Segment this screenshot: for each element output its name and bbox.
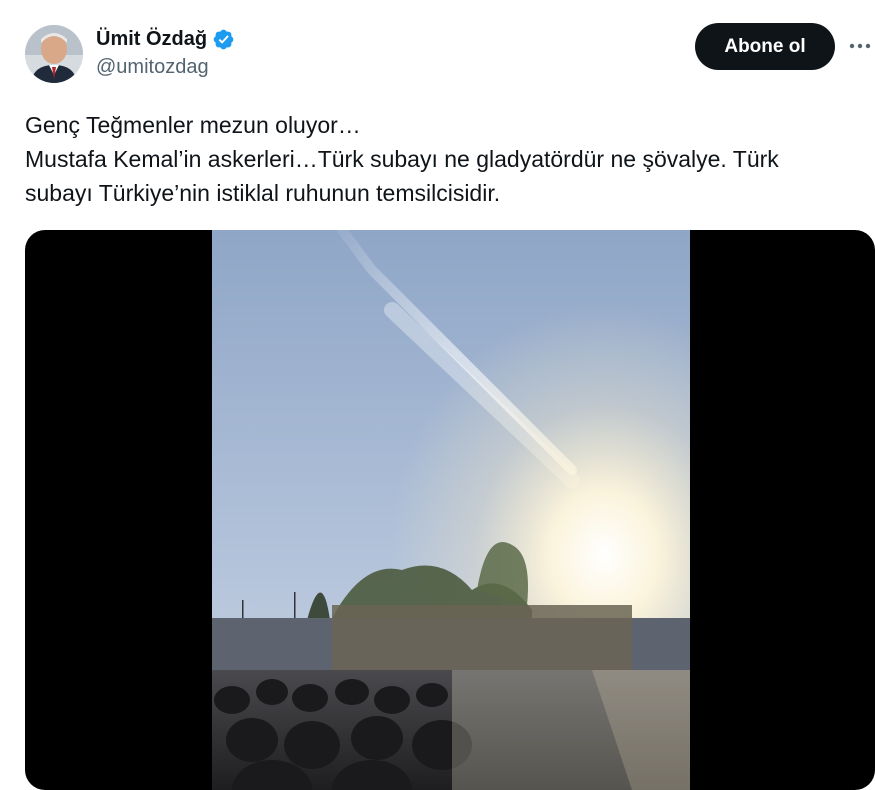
tweet-text: Genç Teğmenler mezun oluyor… Mustafa Kem…: [25, 108, 870, 210]
tweet-text-line: Genç Teğmenler mezun oluyor…: [25, 112, 361, 138]
avatar[interactable]: [25, 25, 83, 83]
tweet-text-line: Mustafa Kemal’in askerleri…Türk subayı n…: [25, 146, 779, 172]
verified-badge-icon: [212, 28, 235, 51]
video-player[interactable]: [25, 230, 875, 790]
more-horizontal-icon[interactable]: [846, 34, 874, 58]
author-name-row: Ümit Özdağ: [96, 26, 235, 52]
video-frame: [212, 230, 690, 790]
author-display-name[interactable]: Ümit Özdağ: [96, 28, 207, 51]
author-handle[interactable]: @umitozdag: [96, 56, 209, 79]
tweet-text-line: subayı Türkiye’nin istiklal ruhunun tems…: [25, 180, 501, 206]
follow-button[interactable]: Abone ol: [695, 23, 835, 70]
